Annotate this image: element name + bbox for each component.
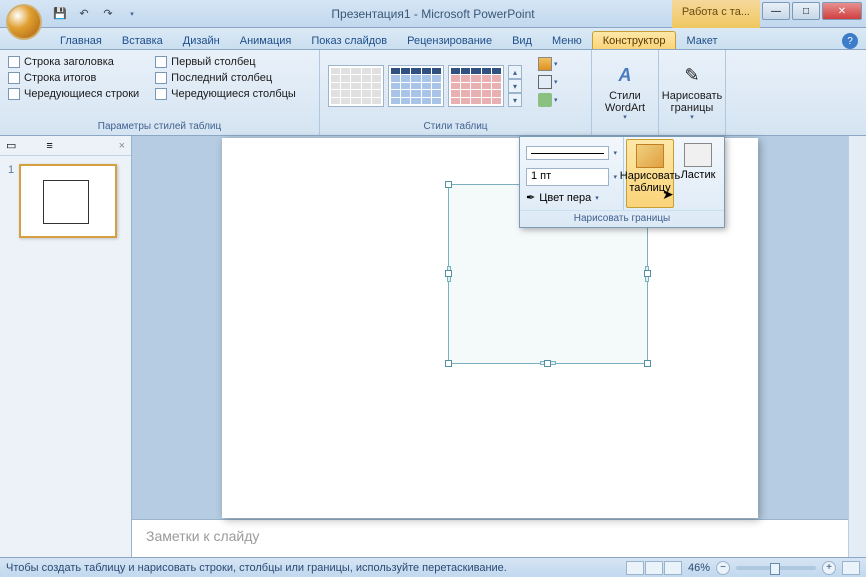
- check-first-col[interactable]: Первый столбец: [155, 56, 296, 68]
- dropdown-group-label: Нарисовать границы: [520, 210, 724, 227]
- gallery-scroll[interactable]: ▴▾▾: [508, 65, 522, 107]
- resize-handle-bl[interactable]: [445, 360, 452, 367]
- slides-tab-icon[interactable]: ▭: [6, 139, 16, 152]
- maximize-button[interactable]: □: [792, 2, 820, 20]
- check-header-row[interactable]: Строка заголовка: [8, 56, 139, 68]
- slide-thumbnails-panel: ▭ ≡ × 1: [0, 136, 132, 557]
- table-style-2[interactable]: [388, 65, 444, 107]
- normal-view-button[interactable]: [626, 561, 644, 575]
- slideshow-view-button[interactable]: [664, 561, 682, 575]
- zoom-out-button[interactable]: −: [716, 561, 730, 575]
- group-label-table-style-options: Параметры стилей таблиц: [4, 120, 315, 133]
- wordart-icon: A: [610, 64, 640, 88]
- qat-customize-icon[interactable]: ▾: [122, 4, 142, 24]
- tab-view[interactable]: Вид: [502, 32, 542, 49]
- pen-icon: ✒: [526, 191, 535, 204]
- close-panel-icon[interactable]: ×: [119, 140, 125, 152]
- qat-save-icon[interactable]: 💾: [50, 4, 70, 24]
- qat-redo-icon[interactable]: ↷: [98, 4, 118, 24]
- resize-handle-ml[interactable]: [445, 270, 452, 277]
- zoom-slider[interactable]: [736, 566, 816, 570]
- close-button[interactable]: ✕: [822, 2, 862, 20]
- eraser-icon: [684, 143, 712, 167]
- check-total-row[interactable]: Строка итогов: [8, 72, 139, 84]
- window-title: Презентация1 - Microsoft PowerPoint: [331, 7, 534, 21]
- pen-color-button[interactable]: ✒ Цвет пера ▾: [526, 191, 617, 204]
- resize-handle-mr[interactable]: [644, 270, 651, 277]
- slide-thumbnail-1[interactable]: [19, 164, 117, 238]
- pen-width-dropdown-arrow[interactable]: ▾: [613, 173, 617, 181]
- outline-tab-icon[interactable]: ≡: [46, 140, 52, 152]
- resize-handle-br[interactable]: [644, 360, 651, 367]
- tab-slideshow[interactable]: Показ слайдов: [301, 32, 397, 49]
- draw-borders-dropdown: ▾ 1 пт ▾ ✒ Цвет пера ▾ Нарисовать таблиц…: [519, 136, 725, 228]
- tab-insert[interactable]: Вставка: [112, 32, 173, 49]
- minimize-button[interactable]: —: [762, 2, 790, 20]
- zoom-in-button[interactable]: +: [822, 561, 836, 575]
- sorter-view-button[interactable]: [645, 561, 663, 575]
- pen-style-dropdown-arrow[interactable]: ▾: [613, 149, 617, 157]
- shading-button[interactable]: ▾: [536, 56, 560, 72]
- table-style-3[interactable]: [448, 65, 504, 107]
- check-banded-rows[interactable]: Чередующиеся строки: [8, 88, 139, 100]
- tab-review[interactable]: Рецензирование: [397, 32, 502, 49]
- pen-style-selector[interactable]: [526, 146, 609, 160]
- resize-handle-tl[interactable]: [445, 181, 452, 188]
- resize-handle-bm[interactable]: [544, 360, 551, 367]
- group-label-table-styles: Стили таблиц: [324, 120, 587, 133]
- tab-menu[interactable]: Меню: [542, 32, 592, 49]
- tab-animation[interactable]: Анимация: [230, 32, 302, 49]
- draw-borders-button[interactable]: ✎ Нарисовать границы▾: [663, 52, 721, 133]
- zoom-value[interactable]: 46%: [688, 562, 710, 574]
- office-button[interactable]: [6, 4, 42, 40]
- draw-table-icon: [636, 144, 664, 168]
- pencil-icon: ✎: [677, 64, 707, 88]
- effects-button[interactable]: ▾: [536, 92, 560, 108]
- slide-number: 1: [8, 164, 14, 176]
- qat-undo-icon[interactable]: ↶: [74, 4, 94, 24]
- check-banded-cols[interactable]: Чередующиеся столбцы: [155, 88, 296, 100]
- tab-design[interactable]: Дизайн: [173, 32, 230, 49]
- pen-width-selector[interactable]: 1 пт: [526, 168, 609, 186]
- eraser-button[interactable]: Ластик: [674, 139, 722, 208]
- tab-layout[interactable]: Макет: [676, 32, 727, 49]
- borders-button[interactable]: ▾: [536, 74, 560, 90]
- notes-pane[interactable]: Заметки к слайду: [132, 519, 848, 557]
- status-text: Чтобы создать таблицу и нарисовать строк…: [6, 562, 507, 574]
- draw-table-button[interactable]: Нарисовать таблицу: [626, 139, 674, 208]
- fit-window-button[interactable]: [842, 561, 860, 575]
- check-last-col[interactable]: Последний столбец: [155, 72, 296, 84]
- help-button[interactable]: ?: [842, 33, 858, 49]
- vertical-scrollbar[interactable]: [848, 136, 866, 557]
- slide-canvas-area[interactable]: [132, 136, 848, 519]
- wordart-styles-button[interactable]: A Стили WordArt▾: [596, 52, 654, 133]
- table-style-1[interactable]: [328, 65, 384, 107]
- tab-constructor[interactable]: Конструктор: [592, 31, 677, 49]
- contextual-tab-label: Работа с та...: [672, 0, 760, 28]
- tab-home[interactable]: Главная: [50, 32, 112, 49]
